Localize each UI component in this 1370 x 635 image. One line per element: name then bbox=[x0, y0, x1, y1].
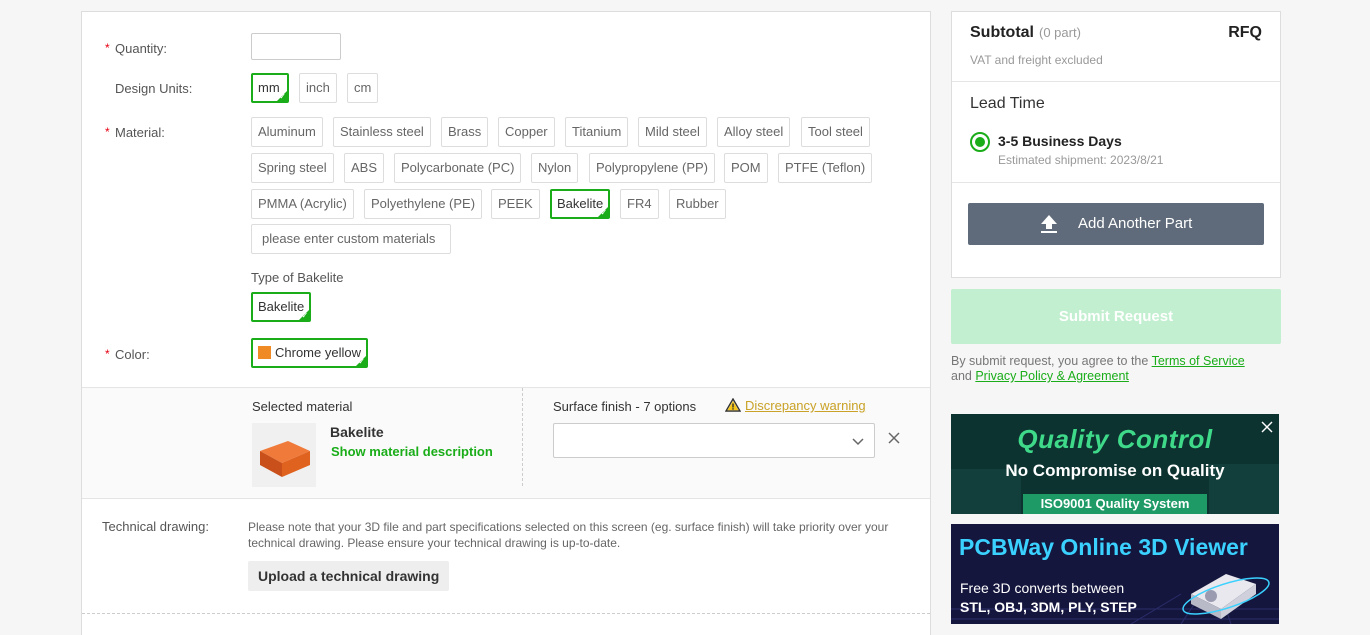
technical-drawing-note: Please note that your 3D file and part s… bbox=[248, 520, 889, 550]
subtotal-label: Subtotal bbox=[970, 24, 1034, 41]
material-option-aluminum[interactable]: Aluminum bbox=[251, 117, 323, 147]
submit-request-button[interactable]: Submit Request bbox=[951, 289, 1281, 344]
chevron-down-icon bbox=[852, 438, 864, 446]
page: * Quantity: Design Units: mm ✓ inch cm * … bbox=[0, 0, 1370, 635]
check-icon: ✓ bbox=[358, 357, 365, 366]
required-mark: * bbox=[105, 41, 110, 55]
3d-viewer-banner[interactable]: PCBWay Online 3D Viewer Free 3D converts… bbox=[951, 524, 1279, 624]
upload-technical-drawing-button[interactable]: Upload a technical drawing bbox=[248, 561, 450, 591]
lead-time-radio[interactable] bbox=[970, 132, 990, 152]
material-option-ptfe[interactable]: PTFE (Teflon) bbox=[778, 153, 873, 183]
vertical-divider bbox=[522, 388, 523, 486]
color-swatch bbox=[258, 346, 271, 359]
selected-material-name: Bakelite bbox=[330, 424, 384, 440]
summary-divider bbox=[952, 81, 1280, 82]
material-type-label: Type of Bakelite bbox=[251, 270, 344, 285]
remove-surface-finish-icon[interactable] bbox=[887, 431, 901, 445]
check-icon: ✓ bbox=[279, 92, 286, 101]
material-label: * Material: bbox=[105, 125, 165, 140]
part-count: (0 part) bbox=[1039, 25, 1081, 40]
material-option-brass[interactable]: Brass bbox=[441, 117, 489, 147]
discrepancy-warning-link[interactable]: Discrepancy warning bbox=[745, 398, 866, 413]
vat-note: VAT and freight excluded bbox=[970, 53, 1103, 67]
material-option-nylon[interactable]: Nylon bbox=[531, 153, 579, 183]
unit-option-inch[interactable]: inch bbox=[299, 73, 337, 103]
3d-part-illustration bbox=[1182, 574, 1270, 619]
color-label: * Color: bbox=[105, 347, 150, 362]
material-option-copper[interactable]: Copper bbox=[498, 117, 555, 147]
unit-option-cm[interactable]: cm bbox=[347, 73, 379, 103]
terms-of-service-link[interactable]: Terms of Service bbox=[1152, 354, 1245, 368]
banner-subtitle: Free 3D converts between bbox=[960, 580, 1125, 596]
banner-title: Quality Control bbox=[1017, 424, 1213, 454]
design-units-label: Design Units: bbox=[115, 81, 193, 96]
upload-icon bbox=[1041, 215, 1057, 233]
check-icon: ✓ bbox=[301, 311, 309, 320]
material-option-titanium[interactable]: Titanium bbox=[565, 117, 629, 147]
order-summary-card: Subtotal (0 part) RFQ VAT and freight ex… bbox=[951, 11, 1281, 278]
material-option-fr4[interactable]: FR4 bbox=[620, 189, 659, 219]
warning-icon bbox=[725, 398, 741, 412]
technical-drawing-label: Technical drawing: bbox=[102, 519, 209, 534]
banner-badge: ISO9001 Quality System bbox=[1023, 494, 1207, 514]
privacy-policy-link[interactable]: Privacy Policy & Agreement bbox=[975, 369, 1129, 383]
lead-time-title: Lead Time bbox=[970, 95, 1045, 112]
material-type-option-bakelite[interactable]: Bakelite ✓ bbox=[251, 292, 312, 322]
material-option-peek[interactable]: PEEK bbox=[491, 189, 540, 219]
material-option-spring-steel[interactable]: Spring steel bbox=[251, 153, 334, 183]
show-material-description-link[interactable]: Show material description bbox=[331, 444, 493, 459]
material-thumbnail bbox=[252, 423, 316, 487]
material-option-polycarbonate[interactable]: Polycarbonate (PC) bbox=[394, 153, 522, 183]
subtotal-price: RFQ bbox=[1228, 24, 1262, 41]
estimated-shipment: Estimated shipment: 2023/8/21 bbox=[998, 153, 1164, 167]
custom-material-input[interactable]: please enter custom materials bbox=[251, 224, 451, 254]
banner-subtitle: No Compromise on Quality bbox=[1005, 461, 1225, 480]
material-option-polyethylene[interactable]: Polyethylene (PE) bbox=[364, 189, 483, 219]
close-icon[interactable] bbox=[1260, 420, 1274, 434]
part-spec-form: * Quantity: Design Units: mm ✓ inch cm * … bbox=[81, 11, 931, 635]
material-option-alloy-steel[interactable]: Alloy steel bbox=[717, 117, 791, 147]
surface-finish-select[interactable] bbox=[553, 423, 875, 458]
banner-formats: STL, OBJ, 3DM, PLY, STEP bbox=[960, 599, 1137, 615]
agreement-text: By submit request, you agree to the Term… bbox=[951, 354, 1245, 383]
material-option-polypropylene[interactable]: Polypropylene (PP) bbox=[589, 153, 715, 183]
summary-divider bbox=[952, 182, 1280, 183]
add-another-part-button[interactable]: Add Another Part bbox=[968, 203, 1264, 245]
quantity-label: * Quantity: bbox=[105, 41, 168, 56]
material-option-rubber[interactable]: Rubber bbox=[669, 189, 726, 219]
material-option-bakelite[interactable]: Bakelite ✓ bbox=[550, 189, 611, 219]
material-option-tool-steel[interactable]: Tool steel bbox=[801, 117, 870, 147]
material-option-pmma[interactable]: PMMA (Acrylic) bbox=[251, 189, 354, 219]
quality-control-banner[interactable]: Quality Control No Compromise on Quality… bbox=[951, 414, 1279, 514]
material-option-abs[interactable]: ABS bbox=[344, 153, 385, 183]
section-divider bbox=[82, 498, 930, 499]
discrepancy-warning[interactable]: Discrepancy warning bbox=[725, 398, 866, 413]
section-divider bbox=[82, 613, 930, 614]
color-option-chrome-yellow[interactable]: Chrome yellow ✓ bbox=[251, 338, 368, 368]
material-option-mild-steel[interactable]: Mild steel bbox=[638, 117, 707, 147]
quantity-input[interactable] bbox=[251, 33, 341, 60]
unit-option-mm[interactable]: mm ✓ bbox=[251, 73, 289, 103]
material-option-stainless-steel[interactable]: Stainless steel bbox=[333, 117, 431, 147]
bakelite-block-image bbox=[252, 423, 316, 487]
surface-finish-label: Surface finish - 7 options bbox=[553, 399, 697, 414]
required-mark: * bbox=[105, 125, 110, 139]
required-mark: * bbox=[105, 347, 110, 361]
material-option-pom[interactable]: POM bbox=[724, 153, 768, 183]
check-icon: ✓ bbox=[600, 208, 608, 217]
selected-material-title: Selected material bbox=[252, 399, 353, 414]
lead-time-option[interactable]: 3-5 Business Days bbox=[998, 133, 1122, 149]
